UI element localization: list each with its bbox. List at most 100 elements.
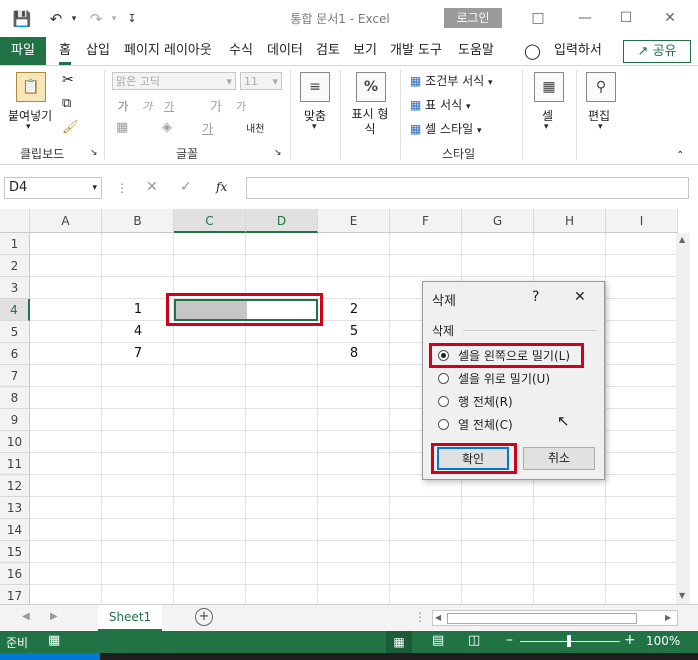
percent-icon[interactable]: % <box>356 72 386 102</box>
column-header-d[interactable]: D <box>246 209 318 233</box>
font-size-combo[interactable]: 11 ▾ <box>240 72 282 90</box>
cell-b6[interactable]: 7 <box>102 343 174 365</box>
cut-icon[interactable]: ✂ <box>62 72 74 88</box>
redo-dropdown-icon[interactable]: ▾ <box>104 9 124 29</box>
cell-e6[interactable]: 8 <box>318 343 390 365</box>
shrink-font-button[interactable]: 가 <box>236 98 246 114</box>
zoom-out-icon[interactable]: – <box>506 632 513 648</box>
save-icon[interactable]: 💾 <box>12 9 32 29</box>
row-header-10[interactable]: 10 <box>0 431 30 453</box>
chevron-down-icon[interactable]: ▾ <box>598 122 603 132</box>
radio-entire-column[interactable] <box>438 419 449 430</box>
close-icon[interactable]: ✕ <box>574 289 586 305</box>
row-header-6[interactable]: 6 <box>0 343 30 365</box>
add-sheet-icon[interactable]: + <box>195 608 213 626</box>
cell-e4[interactable]: 2 <box>318 299 390 321</box>
row-header-12[interactable]: 12 <box>0 475 30 497</box>
column-header-g[interactable]: G <box>462 209 534 233</box>
page-break-view-icon[interactable]: ◫ <box>468 633 480 648</box>
tab-page-layout[interactable]: 페이지 레이아웃 <box>124 37 212 65</box>
row-header-14[interactable]: 14 <box>0 519 30 541</box>
row-header-4[interactable]: 4 <box>0 299 30 321</box>
sheet-next-icon[interactable]: ▶ <box>50 611 58 622</box>
paste-dropdown-icon[interactable]: ▾ <box>26 122 31 132</box>
column-header-a[interactable]: A <box>30 209 102 233</box>
column-header-c[interactable]: C <box>174 209 246 233</box>
row-header-3[interactable]: 3 <box>0 277 30 299</box>
scroll-thumb[interactable] <box>447 613 637 624</box>
zoom-slider[interactable] <box>520 635 620 647</box>
macro-record-icon[interactable]: ▦ <box>48 633 60 648</box>
paste-icon[interactable]: 📋 <box>16 72 46 102</box>
select-all-button[interactable] <box>0 209 30 233</box>
minimize-icon[interactable]: — <box>575 8 595 28</box>
tell-me-input[interactable]: 입력하서 <box>554 37 602 65</box>
undo-dropdown-icon[interactable]: ▾ <box>64 9 84 29</box>
chevron-down-icon[interactable]: ▾ <box>312 122 317 132</box>
customize-qat-icon[interactable]: ↧ <box>122 9 142 29</box>
tab-developer[interactable]: 개발 도구 <box>390 37 442 65</box>
vertical-scrollbar[interactable]: ▲ ▼ <box>676 233 690 604</box>
share-button[interactable]: ↗ 공유 <box>623 40 691 63</box>
cell-style-button[interactable]: ▦ 셀 스타일 ▾ <box>410 120 482 137</box>
font-color-button[interactable]: 가 <box>202 120 213 137</box>
row-header-11[interactable]: 11 <box>0 453 30 475</box>
format-painter-icon[interactable]: 🖌 <box>62 120 79 135</box>
number-format-button[interactable]: 표시 형식 <box>350 107 390 137</box>
cell-e5[interactable]: 5 <box>318 321 390 343</box>
tab-data[interactable]: 데이터 <box>267 37 303 65</box>
row-header-15[interactable]: 15 <box>0 541 30 563</box>
column-header-i[interactable]: I <box>606 209 678 233</box>
row-header-7[interactable]: 7 <box>0 365 30 387</box>
sheet-tab-sheet1[interactable]: Sheet1 <box>98 605 162 632</box>
search-icon[interactable]: ⚲ <box>586 72 616 102</box>
phonetic-button[interactable]: 내천 <box>246 120 264 135</box>
column-header-h[interactable]: H <box>534 209 606 233</box>
row-header-8[interactable]: 8 <box>0 387 30 409</box>
close-window-icon[interactable]: ✕ <box>660 8 680 28</box>
scroll-down-icon[interactable]: ▼ <box>679 591 685 600</box>
tab-review[interactable]: 검토 <box>316 37 340 65</box>
redo-icon[interactable]: ↷ <box>86 9 106 29</box>
cancel-icon[interactable]: ✕ <box>146 179 158 195</box>
maximize-icon[interactable]: ☐ <box>616 8 636 28</box>
zoom-in-icon[interactable]: + <box>624 632 636 648</box>
column-header-e[interactable]: E <box>318 209 390 233</box>
normal-view-icon[interactable]: ▦ <box>386 631 412 653</box>
row-header-1[interactable]: 1 <box>0 233 30 255</box>
undo-icon[interactable]: ↶ <box>46 9 66 29</box>
login-button[interactable]: 로그인 <box>444 8 502 28</box>
ribbon-display-icon[interactable]: □ <box>528 8 548 28</box>
enter-icon[interactable]: ✓ <box>180 179 192 195</box>
row-header-17[interactable]: 17 <box>0 585 30 604</box>
row-header-5[interactable]: 5 <box>0 321 30 343</box>
scroll-right-icon[interactable]: ▶ <box>665 611 671 625</box>
tab-home[interactable]: 홈 <box>59 37 71 65</box>
underline-button[interactable]: 가 <box>164 98 174 114</box>
radio-shift-up[interactable] <box>438 373 449 384</box>
clipboard-launcher-icon[interactable]: ↘ <box>90 148 98 158</box>
fill-color-icon[interactable]: ◈ <box>162 120 172 135</box>
tab-view[interactable]: 보기 <box>353 37 377 65</box>
bold-button[interactable]: 가 <box>118 98 128 114</box>
zoom-level[interactable]: 100% <box>646 634 680 648</box>
table-format-button[interactable]: ▦ 표 서식 ▾ <box>410 96 470 113</box>
insert-function-icon[interactable]: fx <box>216 180 227 194</box>
name-box[interactable]: D4 ▾ <box>4 177 102 199</box>
column-header-f[interactable]: F <box>390 209 462 233</box>
cell-b4[interactable]: 1 <box>102 299 174 321</box>
row-header-9[interactable]: 9 <box>0 409 30 431</box>
font-name-combo[interactable]: 맑은 고딕 ▾ <box>112 72 236 90</box>
help-icon[interactable]: ? <box>532 289 539 305</box>
chevron-down-icon[interactable]: ▾ <box>544 122 549 132</box>
collapse-ribbon-icon[interactable]: ⌃ <box>676 150 684 161</box>
grow-font-button[interactable]: 가 <box>210 96 222 115</box>
sheet-prev-icon[interactable]: ◀ <box>22 611 30 622</box>
align-icon[interactable]: ≡ <box>300 72 330 102</box>
scroll-up-icon[interactable]: ▲ <box>679 235 685 244</box>
tab-split-icon[interactable]: ⋮ <box>414 610 426 624</box>
formula-input[interactable] <box>246 177 689 199</box>
page-layout-view-icon[interactable]: ▤ <box>432 633 444 648</box>
cell-b5[interactable]: 4 <box>102 321 174 343</box>
zoom-thumb[interactable] <box>567 635 571 647</box>
